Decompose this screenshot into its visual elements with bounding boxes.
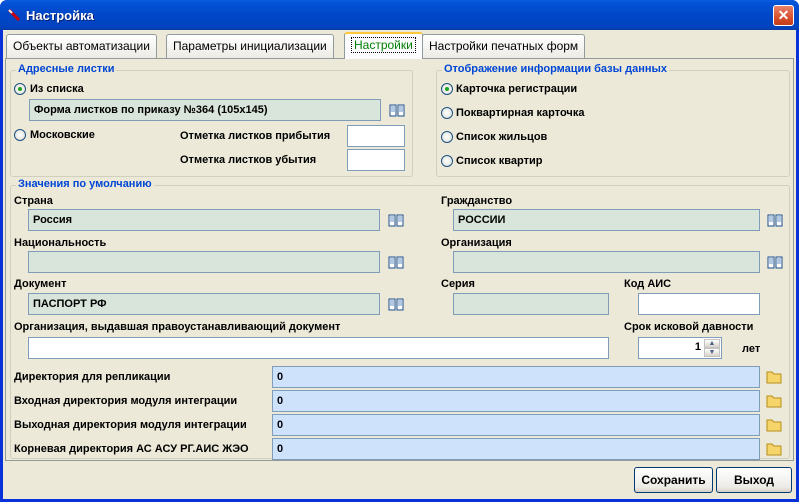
from-list-label: Из списка bbox=[30, 83, 84, 95]
tab-print-forms[interactable]: Настройки печатных форм bbox=[422, 34, 586, 58]
document-label: Документ bbox=[14, 278, 67, 290]
series-field[interactable] bbox=[453, 293, 609, 315]
organization-field[interactable] bbox=[453, 251, 760, 273]
issuer-field[interactable] bbox=[28, 337, 609, 359]
ais-code-field[interactable] bbox=[638, 293, 760, 315]
moscow-label: Московские bbox=[30, 129, 95, 141]
residents-list-label: Список жильцов bbox=[456, 131, 548, 143]
folder-icon[interactable] bbox=[766, 370, 782, 384]
save-button[interactable]: Сохранить bbox=[634, 467, 713, 493]
issuer-label: Организация, выдавшая правоустанавливающ… bbox=[14, 321, 341, 333]
title-bar[interactable]: Настройка ✕ bbox=[0, 0, 799, 30]
spin-up-button[interactable]: ▲ bbox=[704, 339, 720, 348]
spin-down-button[interactable]: ▼ bbox=[704, 348, 720, 357]
nationality-label: Национальность bbox=[14, 237, 107, 249]
series-label: Серия bbox=[441, 278, 475, 290]
settings-window: Настройка ✕ Объекты автоматизации Параме… bbox=[0, 0, 799, 502]
folder-icon[interactable] bbox=[766, 394, 782, 408]
window-client: Объекты автоматизации Параметры инициали… bbox=[3, 30, 796, 499]
folder-icon[interactable] bbox=[766, 418, 782, 432]
citizenship-label: Гражданство bbox=[441, 195, 513, 207]
root-dir-field[interactable]: 0 bbox=[272, 438, 760, 460]
tab-automation-objects[interactable]: Объекты автоматизации bbox=[6, 34, 157, 58]
book-icon[interactable] bbox=[388, 297, 404, 311]
limitation-value: 1 bbox=[694, 341, 701, 353]
address-group-title: Адресные листки bbox=[16, 63, 117, 75]
limitation-label: Срок исковой давности bbox=[624, 321, 754, 333]
display-group-title: Отображение информации базы данных bbox=[442, 63, 669, 75]
close-button[interactable]: ✕ bbox=[773, 5, 794, 26]
input-dir-label: Входная директория модуля интеграции bbox=[14, 395, 238, 407]
folder-icon[interactable] bbox=[766, 442, 782, 456]
tab-settings[interactable]: Настройки bbox=[344, 32, 423, 59]
book-icon[interactable] bbox=[767, 255, 783, 269]
apartments-list-radio[interactable] bbox=[441, 155, 453, 167]
output-dir-field[interactable]: 0 bbox=[272, 414, 760, 436]
organization-label: Организация bbox=[441, 237, 512, 249]
registration-card-label: Карточка регистрации bbox=[456, 83, 578, 95]
ais-code-label: Код АИС bbox=[624, 278, 672, 290]
registration-card-radio[interactable] bbox=[441, 83, 453, 95]
defaults-group-title: Значения по умолчанию bbox=[16, 178, 154, 190]
country-field[interactable]: Россия bbox=[28, 209, 380, 231]
root-dir-label: Корневая директория АС АСУ РГ.АИС ЖЭО bbox=[14, 443, 249, 455]
limitation-unit: лет bbox=[742, 343, 761, 355]
arrival-field[interactable] bbox=[347, 125, 405, 147]
replication-dir-label: Директория для репликации bbox=[14, 371, 171, 383]
display-group: Отображение информации базы данных Карто… bbox=[436, 63, 790, 177]
limitation-stepper[interactable]: 1 ▲ ▼ bbox=[638, 337, 722, 359]
arrival-label: Отметка листков прибытия bbox=[180, 130, 331, 142]
tab-label: Объекты автоматизации bbox=[13, 39, 150, 53]
book-icon[interactable] bbox=[388, 255, 404, 269]
citizenship-field[interactable]: РОССИИ bbox=[453, 209, 760, 231]
settings-page: Адресные листки Из списка Форма листков … bbox=[5, 58, 794, 461]
window-title: Настройка bbox=[26, 8, 94, 23]
tab-init-params[interactable]: Параметры инициализации bbox=[166, 34, 334, 58]
address-form-field[interactable]: Форма листков по приказу №364 (105х145) bbox=[29, 99, 381, 121]
book-icon[interactable] bbox=[388, 213, 404, 227]
output-dir-label: Выходная директория модуля интеграции bbox=[14, 419, 247, 431]
tab-label: Настройки bbox=[351, 37, 416, 53]
from-list-radio[interactable] bbox=[14, 83, 26, 95]
residents-list-radio[interactable] bbox=[441, 131, 453, 143]
book-icon[interactable] bbox=[767, 213, 783, 227]
exit-button[interactable]: Выход bbox=[716, 467, 792, 493]
book-icon[interactable] bbox=[389, 103, 405, 117]
country-label: Страна bbox=[14, 195, 53, 207]
apartments-list-label: Список квартир bbox=[456, 155, 543, 167]
tab-label: Настройки печатных форм bbox=[429, 39, 579, 53]
tab-label: Параметры инициализации bbox=[173, 39, 327, 53]
address-group: Адресные листки Из списка Форма листков … bbox=[10, 63, 413, 177]
moscow-radio[interactable] bbox=[14, 129, 26, 141]
nationality-field[interactable] bbox=[28, 251, 380, 273]
apartment-card-label: Поквартирная карточка bbox=[456, 107, 585, 119]
departure-label: Отметка листков убытия bbox=[180, 154, 317, 166]
departure-field[interactable] bbox=[347, 149, 405, 171]
apartment-card-radio[interactable] bbox=[441, 107, 453, 119]
wrench-icon bbox=[7, 8, 21, 22]
replication-dir-field[interactable]: 0 bbox=[272, 366, 760, 388]
input-dir-field[interactable]: 0 bbox=[272, 390, 760, 412]
document-field[interactable]: ПАСПОРТ РФ bbox=[28, 293, 380, 315]
